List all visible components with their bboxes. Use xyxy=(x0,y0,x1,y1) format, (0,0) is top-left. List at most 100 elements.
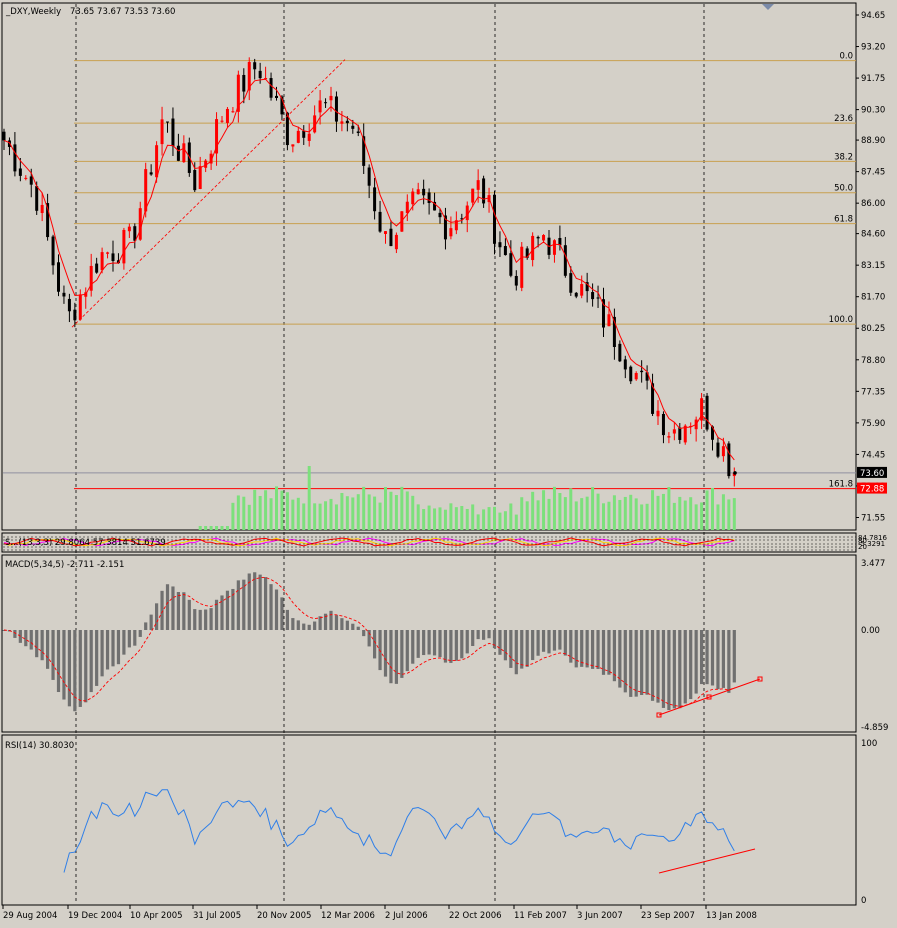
macd-bar xyxy=(558,630,562,650)
candle-body xyxy=(242,74,246,92)
macd-bar xyxy=(438,630,442,658)
macd-bar xyxy=(640,630,644,696)
candle-body xyxy=(29,176,33,185)
volume-bar xyxy=(296,497,300,530)
candle-body xyxy=(198,166,202,189)
macd-bar xyxy=(449,630,453,663)
volume-bar xyxy=(405,491,409,530)
volume-bar xyxy=(253,489,257,530)
macd-bar xyxy=(345,620,349,630)
rsi-panel[interactable] xyxy=(1,734,857,906)
macd-bar xyxy=(432,630,437,656)
candle-body xyxy=(727,443,731,477)
volume-bar xyxy=(460,505,464,530)
macd-bar xyxy=(416,630,420,658)
fib-level-label: 50.0 xyxy=(834,184,853,194)
candle-body xyxy=(133,226,137,241)
macd-bar xyxy=(541,630,546,652)
candle-body xyxy=(656,410,660,417)
candle-body xyxy=(95,263,99,273)
candle-body xyxy=(438,212,442,218)
macd-bar xyxy=(56,630,61,693)
fib-level-label: 38.2 xyxy=(834,152,853,162)
volume-bar xyxy=(711,487,714,530)
stoch-axis-label: 20 xyxy=(858,543,867,551)
volume-bar xyxy=(416,504,420,530)
candle-body xyxy=(716,442,720,457)
candle-body xyxy=(176,145,180,161)
volume-bar xyxy=(225,526,229,530)
candle-body xyxy=(552,240,556,255)
macd-bar xyxy=(547,630,551,654)
volume-bar xyxy=(471,504,475,530)
volume-bar xyxy=(596,493,600,530)
macd-bar xyxy=(383,630,388,677)
current-price-label: 73.60 xyxy=(860,469,884,479)
volume-bar xyxy=(580,498,584,530)
volume-bar xyxy=(618,499,622,530)
macd-bar xyxy=(373,630,377,659)
volume-bar xyxy=(542,490,546,530)
candle-body xyxy=(296,130,300,143)
macd-bar xyxy=(62,630,66,700)
candle-body xyxy=(160,119,164,145)
volume-bar xyxy=(520,497,524,530)
macd-label: MACD(5,34,5) -2.711 -2.151 xyxy=(5,560,124,570)
price-tick-label: 91.75 xyxy=(861,74,885,84)
macd-bar xyxy=(165,584,170,630)
volume-bar xyxy=(307,466,311,530)
macd-bar xyxy=(193,609,197,630)
candle-body xyxy=(678,427,682,440)
volume-bar xyxy=(727,499,731,530)
macd-bar xyxy=(422,630,426,656)
volume-bar xyxy=(400,486,404,530)
macd-bar xyxy=(400,630,404,678)
macd-bar xyxy=(318,616,322,630)
macd-bar xyxy=(520,630,524,669)
volume-bar xyxy=(678,496,682,530)
macd-bar xyxy=(187,599,191,630)
candle-body xyxy=(373,187,377,212)
volume-bar xyxy=(427,505,431,530)
volume-bar xyxy=(656,495,660,530)
volume-bar xyxy=(503,511,507,530)
volume-bar xyxy=(612,495,616,530)
macd-bar xyxy=(601,630,606,675)
stoch-label: S...(13,3,3) 29.8064 57.3814 51.6739 xyxy=(5,538,166,548)
macd-bar xyxy=(258,574,262,630)
macd-bar xyxy=(656,630,660,703)
macd-bar xyxy=(105,630,110,670)
macd-bar xyxy=(198,609,202,630)
price-tick-label: 93.20 xyxy=(861,43,885,53)
candle-body xyxy=(574,292,578,297)
candle-body xyxy=(416,189,420,195)
volume-bar xyxy=(721,494,725,530)
chart-canvas[interactable]: 0.0 23.6 38.2 50.0 61.8 100.0 161.8 94.65 93.20… xyxy=(0,0,897,924)
volume-bar xyxy=(367,494,371,530)
macd-bar xyxy=(291,618,295,630)
volume-bar xyxy=(552,486,556,530)
candle-body xyxy=(149,172,153,175)
macd-bar xyxy=(116,630,121,665)
volume-bar xyxy=(683,500,687,530)
macd-bar xyxy=(73,630,77,712)
macd-bar xyxy=(727,630,731,693)
macd-bar xyxy=(46,630,50,669)
macd-bar xyxy=(176,592,180,630)
volume-bar xyxy=(334,504,338,530)
macd-bar xyxy=(427,630,431,655)
macd-bar xyxy=(78,630,82,707)
macd-bar xyxy=(612,630,616,682)
volume-bar xyxy=(345,496,349,530)
time-tick-label: 2 Jul 2006 xyxy=(385,911,428,921)
candle-body xyxy=(171,118,175,147)
volume-bar xyxy=(700,502,704,530)
macd-bar xyxy=(454,630,458,661)
volume-bar xyxy=(563,497,567,530)
volume-bar xyxy=(438,507,442,530)
macd-bar xyxy=(672,630,676,709)
volume-bar xyxy=(493,506,496,530)
candle-body xyxy=(389,228,393,247)
macd-bar xyxy=(678,630,682,709)
macd-bar xyxy=(476,630,480,640)
